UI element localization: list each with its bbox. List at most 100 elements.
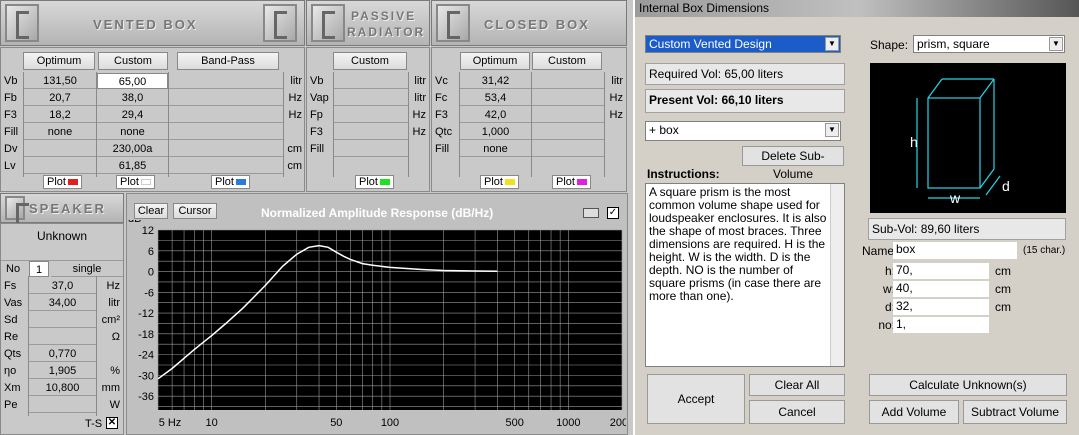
closed-custom-value[interactable] bbox=[532, 141, 604, 157]
graph-cursor-button[interactable]: Cursor bbox=[173, 203, 217, 219]
vented-optimum-plot-button[interactable]: Plot bbox=[43, 175, 82, 189]
accept-button[interactable]: Accept bbox=[647, 374, 745, 424]
ts-checkbox[interactable]: ✕ bbox=[106, 417, 118, 429]
dialog-title: Internal Box Dimensions bbox=[635, 0, 1079, 17]
passive-title-2: RADIATOR bbox=[347, 25, 426, 39]
closed-optimum-value: 42,0 bbox=[460, 107, 531, 123]
vented-custom-value[interactable]: 38,0 bbox=[97, 90, 168, 106]
passive-custom-value[interactable] bbox=[334, 73, 408, 89]
y-tick-label: 6 bbox=[148, 246, 154, 258]
speaker-param-unit: litr bbox=[108, 297, 120, 309]
dim-unit: cm bbox=[995, 300, 1011, 314]
chevron-down-icon: ▼ bbox=[1049, 37, 1063, 51]
design-select[interactable]: Custom Vented Design ▼ bbox=[645, 35, 841, 53]
closed-custom-plot-button[interactable]: Plot bbox=[552, 175, 591, 189]
vented-custom-value[interactable]: 29,4 bbox=[97, 107, 168, 123]
sub-volume-display: Sub-Vol: 89,60 liters bbox=[868, 218, 1066, 240]
x-tick-label: 100 bbox=[381, 417, 399, 429]
speaker-param-value[interactable]: 34,00 bbox=[29, 295, 96, 311]
band-pass-value bbox=[169, 107, 283, 123]
passive-custom-value[interactable] bbox=[334, 141, 408, 157]
print-icon[interactable] bbox=[583, 208, 599, 218]
speaker-title: SPEAKER bbox=[29, 201, 106, 216]
closed-unit: Hz bbox=[609, 92, 623, 104]
band-pass-value bbox=[169, 124, 283, 140]
vented-unit: litr bbox=[290, 75, 302, 87]
subvolume-select[interactable]: + box ▼ bbox=[645, 121, 841, 141]
band-pass-plot-button[interactable]: Plot bbox=[211, 175, 250, 189]
delete-subvolume-button[interactable]: Delete Sub-Volume bbox=[742, 146, 844, 181]
dim-label: h: bbox=[884, 264, 895, 278]
speaker-param-value[interactable]: 1,905 bbox=[29, 363, 96, 379]
speaker-param-value[interactable] bbox=[29, 312, 96, 328]
y-axis-label: dB bbox=[128, 220, 141, 225]
x-tick-label: 5 Hz bbox=[159, 417, 182, 429]
clear-all-button[interactable]: Clear All bbox=[749, 374, 845, 396]
speaker-no-field[interactable]: 1 bbox=[29, 261, 49, 277]
closed-custom-value[interactable] bbox=[532, 73, 604, 89]
vented-custom-value[interactable]: 61,85 bbox=[97, 158, 168, 174]
closed-unit: Hz bbox=[609, 109, 623, 121]
passive-custom-button[interactable]: Custom bbox=[333, 52, 407, 70]
vented-custom-plot-button[interactable]: Plot bbox=[116, 175, 155, 189]
instructions-label: Instructions: bbox=[647, 167, 720, 181]
band-pass-value bbox=[169, 141, 283, 157]
closed-custom-value[interactable] bbox=[532, 90, 604, 106]
band-pass-value bbox=[169, 73, 283, 89]
add-volume-button[interactable]: Add Volume bbox=[869, 400, 959, 424]
dim-input[interactable]: 40, bbox=[893, 281, 989, 297]
vented-optimum-value bbox=[24, 158, 96, 174]
closed-custom-value[interactable] bbox=[532, 124, 604, 140]
dim-input[interactable]: 1, bbox=[893, 317, 989, 333]
speaker-logo-icon bbox=[5, 4, 39, 42]
name-input[interactable]: box bbox=[893, 242, 1017, 259]
calculate-unknowns-button[interactable]: Calculate Unknown(s) bbox=[869, 374, 1067, 396]
speaker-param-value[interactable]: 0,770 bbox=[29, 346, 96, 362]
graph-checkbox[interactable]: ✓ bbox=[607, 207, 619, 219]
closed-custom-button[interactable]: Custom bbox=[532, 52, 602, 70]
y-tick-label: -12 bbox=[138, 308, 154, 320]
instructions-scrollbar[interactable] bbox=[830, 184, 844, 366]
speaker-panel: Unknown No 1 single Fs 37,0 Hz Vas 34,00 litr… bbox=[0, 223, 124, 435]
passive-plot-button[interactable]: Plot bbox=[355, 175, 394, 189]
passive-custom-value[interactable] bbox=[334, 124, 408, 140]
closed-optimum-plot-button[interactable]: Plot bbox=[480, 175, 519, 189]
band-pass-button[interactable]: Band-Pass bbox=[177, 52, 279, 70]
vented-custom-value[interactable]: 230,00a bbox=[97, 141, 168, 157]
y-tick-label: -30 bbox=[138, 370, 154, 382]
cancel-button[interactable]: Cancel bbox=[749, 400, 845, 424]
passive-custom-value[interactable] bbox=[334, 107, 408, 123]
speaker-logo-icon bbox=[436, 4, 470, 42]
speaker-param-value[interactable] bbox=[29, 329, 96, 345]
speaker-param-value[interactable] bbox=[29, 397, 96, 413]
speaker-param-value[interactable]: 37,0 bbox=[29, 278, 96, 294]
vented-custom-value[interactable]: 65,00 bbox=[97, 73, 168, 89]
vented-optimum-button[interactable]: Optimum bbox=[23, 52, 95, 70]
speaker-param-value[interactable]: 10,800 bbox=[29, 380, 96, 396]
vented-row-label: Vb bbox=[4, 75, 18, 87]
y-tick-label: 12 bbox=[142, 225, 154, 237]
closed-custom-value[interactable] bbox=[532, 107, 604, 123]
vented-optimum-value: none bbox=[24, 124, 96, 140]
shape-select[interactable]: prism, square ▼ bbox=[913, 35, 1065, 53]
vented-custom-value[interactable]: none bbox=[97, 124, 168, 140]
speaker-name: Unknown bbox=[36, 229, 88, 243]
present-volume: Present Vol: 66,10 liters bbox=[645, 89, 845, 113]
subtract-volume-button[interactable]: Subtract Volume bbox=[963, 400, 1067, 424]
prism-w-label: w bbox=[949, 190, 961, 206]
speaker-mode[interactable]: single bbox=[51, 261, 123, 277]
graph-clear-button[interactable]: Clear bbox=[134, 203, 168, 219]
closed-optimum-button[interactable]: Optimum bbox=[460, 52, 530, 70]
vented-row-label: Fb bbox=[4, 92, 17, 104]
closed-optimum-value: 1,000 bbox=[460, 124, 531, 140]
closed-box-title: CLOSED BOX bbox=[484, 17, 590, 32]
vented-custom-button[interactable]: Custom bbox=[98, 52, 168, 70]
speaker-param-unit: W bbox=[109, 399, 120, 411]
closed-unit: litr bbox=[611, 75, 623, 87]
vented-optimum-value bbox=[24, 141, 96, 157]
passive-custom-value[interactable] bbox=[334, 90, 408, 106]
dim-input[interactable]: 70, bbox=[893, 263, 989, 279]
dim-input[interactable]: 32, bbox=[893, 299, 989, 315]
passive-radiator-header: PASSIVE RADIATOR bbox=[306, 0, 430, 46]
closed-unit bbox=[602, 124, 626, 140]
